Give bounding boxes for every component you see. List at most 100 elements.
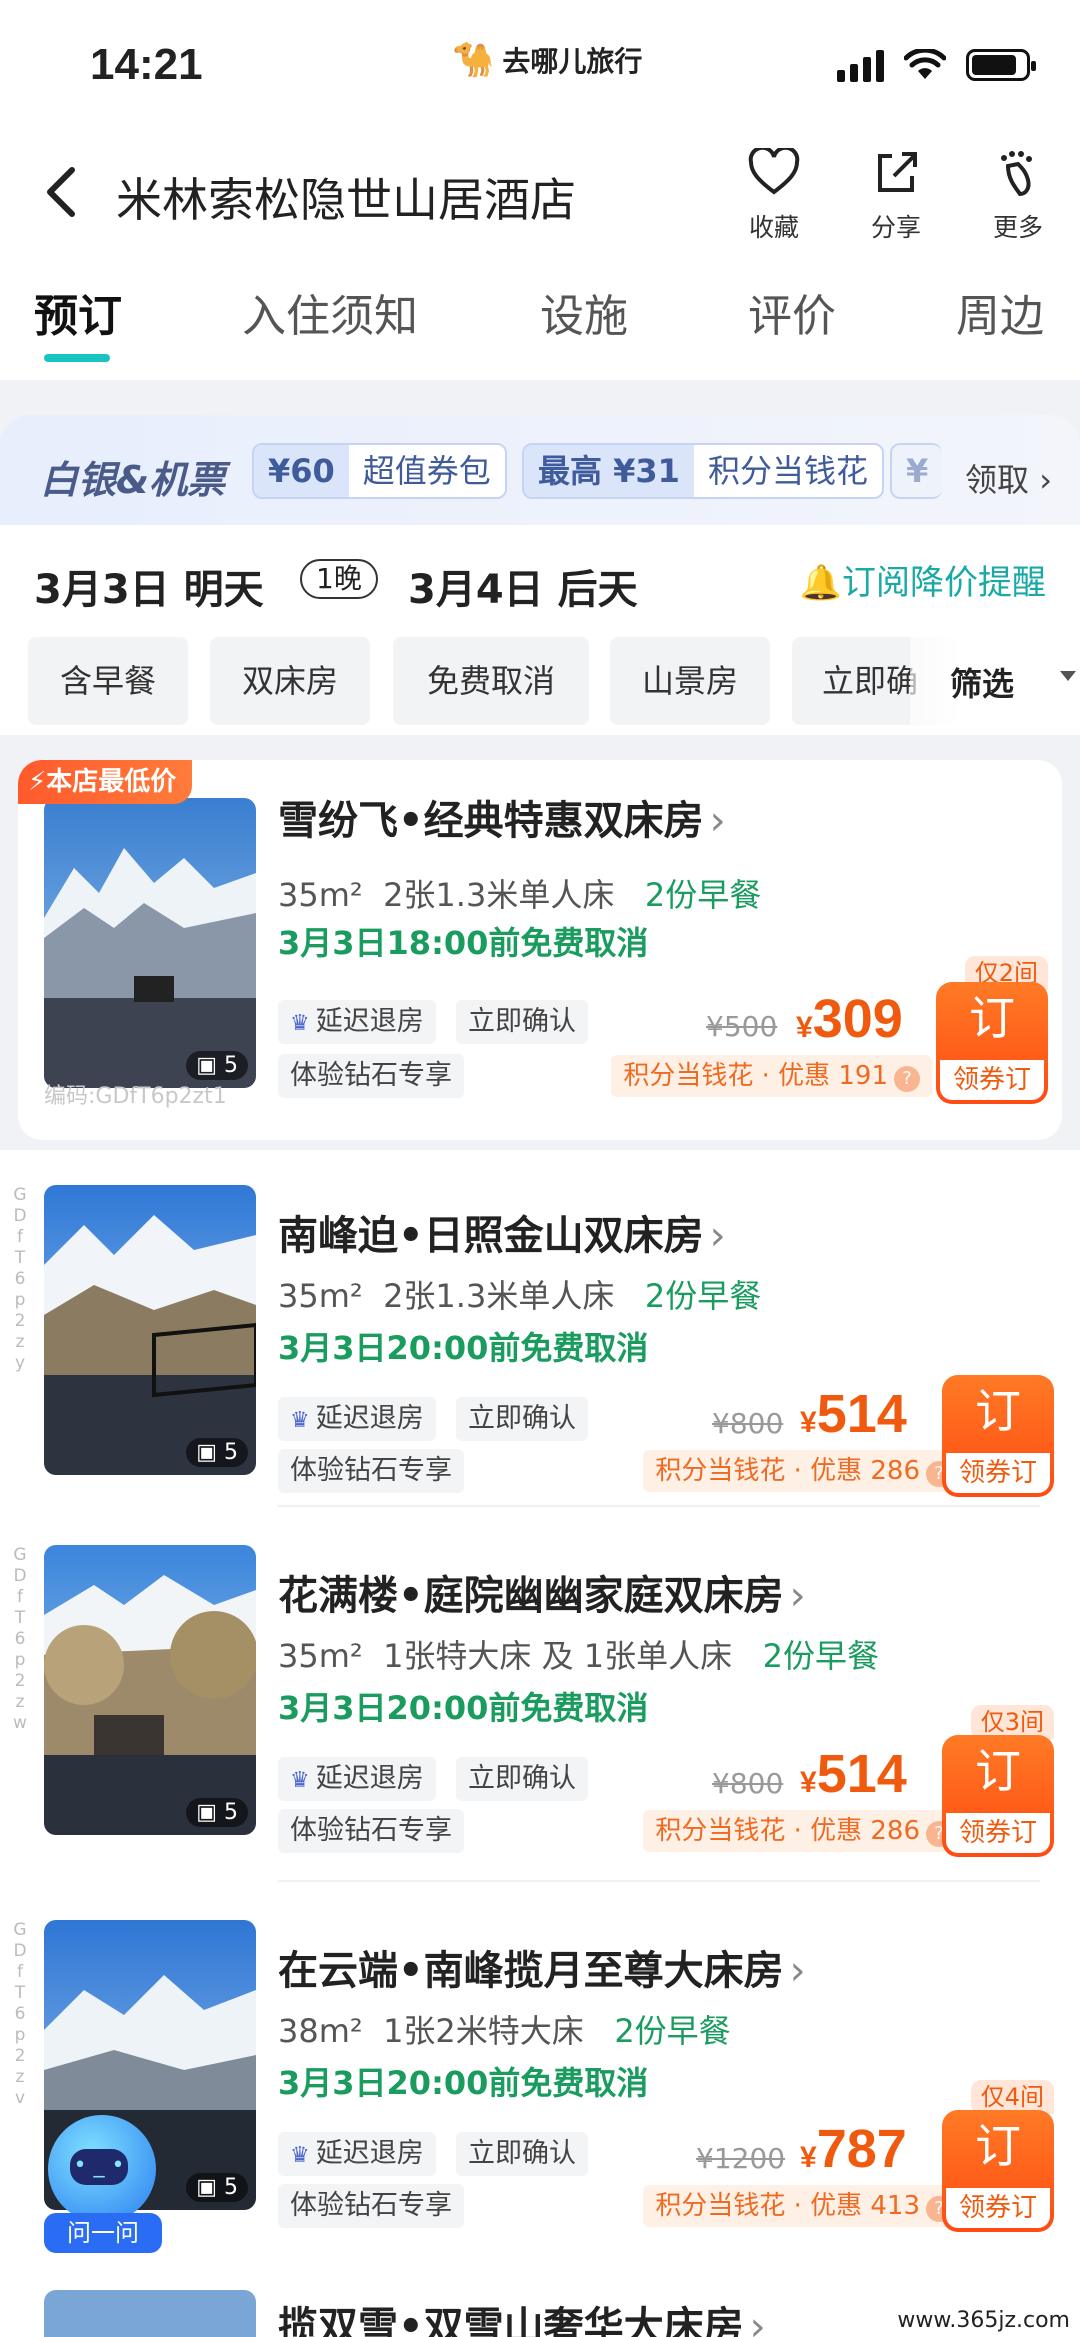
chevron-right-icon: › (749, 2304, 766, 2337)
tab-nearby[interactable]: 周边 (956, 280, 1044, 344)
chevron-right-icon: › (789, 1948, 806, 1994)
status-time: 14:21 (90, 40, 203, 89)
points-discount[interactable]: 积分当钱花 · 优惠 286? (643, 1810, 964, 1852)
coupon-label: 领券订 (946, 1453, 1050, 1493)
book-button[interactable]: 订领券订 (942, 1375, 1054, 1497)
chevron-right-icon: › (789, 1573, 806, 1619)
book-label: 订 (975, 1384, 1021, 1438)
tag-diamond: 体验钻石专享 (278, 2184, 464, 2228)
mountain-photo (44, 1545, 256, 1835)
lightning-icon: ⚡ (28, 767, 47, 797)
image-icon: ▣ (196, 1800, 224, 1825)
book-button[interactable]: 订领券订 (942, 1735, 1054, 1857)
promo-chip: ¥60 超值券包 (252, 443, 507, 499)
original-price: ¥800 (712, 1767, 784, 1800)
tab-booking[interactable]: 预订 (34, 280, 122, 344)
points-discount[interactable]: 积分当钱花 · 优惠 191? (611, 1055, 932, 1097)
room-photo[interactable]: ▣ 5 (44, 1185, 256, 1475)
room-name[interactable]: 在云端•南峰揽月至尊大床房 › (278, 1938, 806, 1996)
hotel-detail-page: 14:21 🐪 去哪儿旅行 米林索松隐世山居酒店 收藏 分享 更多 预订 入住须… (0, 0, 1080, 2337)
share-icon (846, 148, 946, 206)
screen-button[interactable]: 筛选 (910, 615, 1080, 735)
tag-late-checkout: ♛ 延迟退房 (278, 1397, 436, 1441)
tag-instant-confirm: 立即确认 (456, 1757, 588, 1801)
room-spec: 35m² 2张1.3米单人床 2份早餐 (278, 1277, 762, 1315)
filter-breakfast[interactable]: 含早餐 (28, 637, 188, 725)
crown-icon: ♛ (290, 1408, 310, 1433)
book-button[interactable]: 订领券订 (936, 982, 1048, 1104)
battery-icon (966, 49, 1036, 81)
heart-icon (724, 145, 824, 206)
room-photo[interactable]: ▣ 5 (44, 798, 256, 1088)
brand-logo: 🐪 去哪儿旅行 (452, 40, 642, 80)
promo-chip-partial: ¥ (890, 443, 943, 499)
filter-mountain-view[interactable]: 山景房 (610, 637, 770, 725)
room-name[interactable]: 雪纷飞•经典特惠双床房 › (278, 788, 726, 846)
filter-free-cancel[interactable]: 免费取消 (393, 637, 589, 725)
tag-instant-confirm: 立即确认 (456, 2132, 588, 2176)
book-button[interactable]: 订领券订 (942, 2110, 1054, 2232)
room-card-lowest[interactable]: ▣ 5 ⚡本店最低价 编码:GDfT6p2zt1 雪纷飞•经典特惠双床房 › 35… (18, 760, 1062, 1140)
points-discount[interactable]: 积分当钱花 · 优惠 286? (643, 1450, 964, 1492)
signal-icon (837, 48, 884, 82)
crown-icon: ♛ (290, 1011, 310, 1036)
cancel-policy: 3月3日20:00前免费取消 (278, 2064, 649, 2102)
more-button[interactable]: 更多 (968, 148, 1068, 244)
rooms-left-badge: 仅3间 (970, 1705, 1054, 1739)
room-spec: 38m² 1张2米特大床 2份早餐 (278, 2012, 731, 2050)
more-label: 更多 (992, 213, 1043, 242)
share-button[interactable]: 分享 (846, 148, 946, 244)
image-icon: ▣ (196, 2175, 224, 2200)
promo-banner[interactable]: 白银&机票 ¥60 超值券包 最高 ¥31 积分当钱花 ¥ 领取 › (0, 415, 1080, 525)
favorite-button[interactable]: 收藏 (724, 145, 824, 244)
chevron-right-icon: › (709, 1213, 726, 1259)
tab-notice[interactable]: 入住须知 (242, 280, 418, 344)
room-card[interactable]: GDfT6p2zw ▣ 5 花满楼•庭院幽幽家庭双床房 › 35m² 1张特大床 … (0, 1535, 1080, 1895)
room-code-vertical: GDfT6p2zy (13, 1185, 27, 1373)
divider (278, 1505, 1040, 1507)
top-area: 14:21 🐪 去哪儿旅行 米林索松隐世山居酒店 收藏 分享 更多 预订 入住须… (0, 0, 1080, 380)
back-arrow-icon[interactable] (36, 162, 86, 222)
room-name[interactable]: 花满楼•庭院幽幽家庭双床房 › (278, 1563, 806, 1621)
room-price: ¥309 (796, 989, 903, 1049)
price-alert-label: 订阅降价提醒 (842, 563, 1046, 603)
room-card[interactable]: GDfT6p2zv ▣ 5 在云端•南峰揽月至尊大床房 › 38m² 1张2米特大… (0, 1910, 1080, 2270)
screen-label: 筛选 (950, 665, 1015, 703)
price-alert-button[interactable]: 🔔订阅降价提醒 (800, 555, 1046, 604)
tab-reviews[interactable]: 评价 (748, 280, 836, 344)
room-name[interactable]: 揽双雪•双雪山奢华大床房 › (278, 2294, 766, 2337)
coupon-label: 领券订 (946, 1813, 1050, 1853)
room-price: ¥514 (800, 1744, 907, 1804)
share-label: 分享 (870, 213, 921, 242)
photo-count: ▣ 5 (186, 1438, 248, 1467)
wifi-icon (904, 49, 946, 79)
robot-face: • _ • (70, 2149, 128, 2185)
points-discount[interactable]: 积分当钱花 · 优惠 413? (643, 2185, 964, 2227)
checkout-date[interactable]: 3月4日 后天 (408, 557, 638, 615)
promo-chip-amount: ¥ (892, 445, 943, 497)
photo-count: ▣ 5 (186, 1798, 248, 1827)
room-price: ¥787 (800, 2119, 907, 2179)
room-code-vertical: GDfT6p2zw (13, 1545, 27, 1733)
bell-icon: 🔔 (799, 563, 842, 603)
room-card[interactable]: GDfT6p2zy ▣ 5 南峰迫•日照金山双床房 › 35m² 2张1.3米单人… (0, 1175, 1080, 1535)
checkin-date[interactable]: 3月3日 明天 (34, 557, 264, 615)
ask-assistant-button[interactable]: • _ • 问一问 (44, 2115, 162, 2255)
ask-label: 问一问 (44, 2213, 162, 2253)
hotel-title: 米林索松隐世山居酒店 (116, 173, 576, 227)
tab-facilities[interactable]: 设施 (540, 280, 628, 344)
book-label: 订 (975, 1744, 1021, 1798)
promo-chip-desc: 超值券包 (348, 445, 505, 497)
tag-diamond: 体验钻石专享 (278, 1054, 464, 1098)
original-price: ¥500 (706, 1010, 778, 1043)
claim-button[interactable]: 领取 › (965, 455, 1052, 501)
status-bar: 14:21 🐪 去哪儿旅行 (0, 0, 1080, 120)
promo-chip-amount: 最高 ¥31 (524, 445, 694, 497)
caret-down-icon (1060, 671, 1076, 681)
room-name[interactable]: 南峰迫•日照金山双床房 › (278, 1203, 726, 1261)
room-photo[interactable]: ▣ 5 (44, 1545, 256, 1835)
tag-instant-confirm: 立即确认 (456, 1000, 588, 1044)
room-spec: 35m² 1张特大床 及 1张单人床 2份早餐 (278, 1637, 880, 1675)
image-icon: ▣ (196, 1440, 224, 1465)
filter-twin[interactable]: 双床房 (210, 637, 370, 725)
